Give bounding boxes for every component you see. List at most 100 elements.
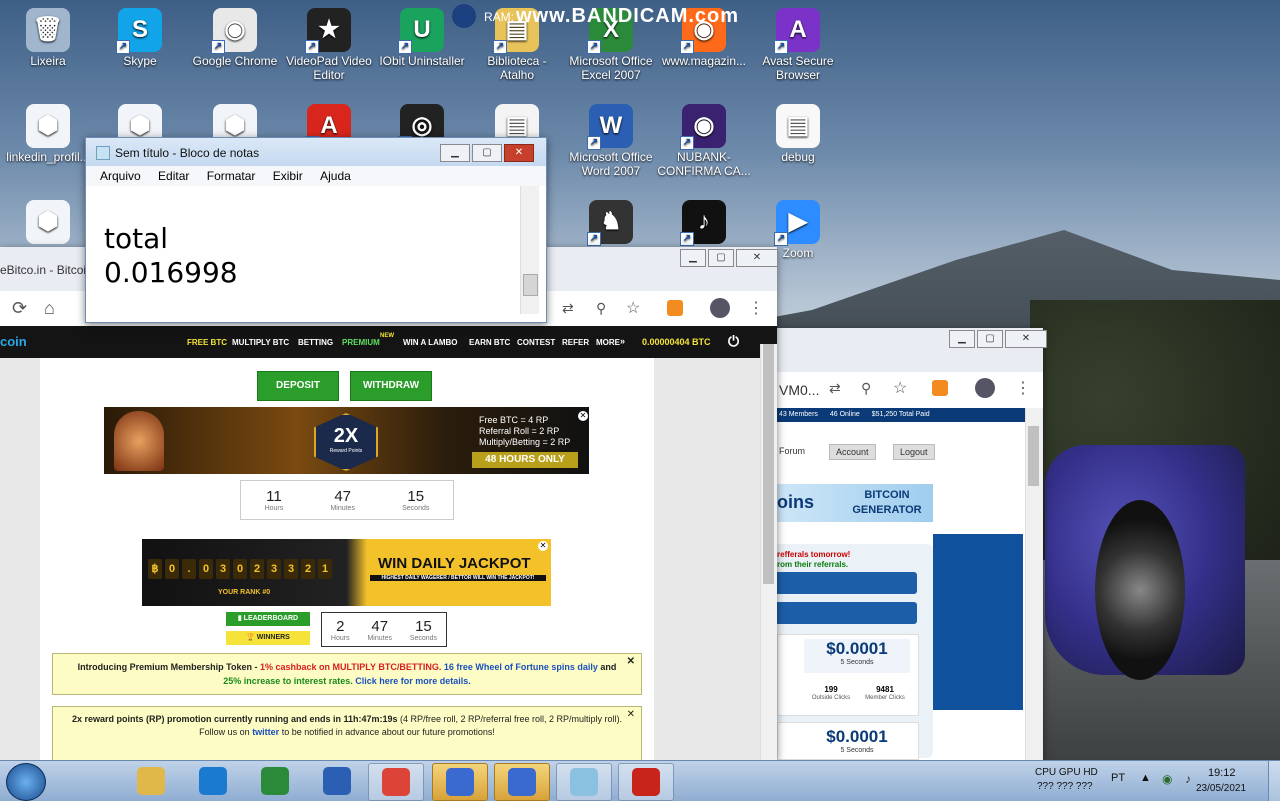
winners-button[interactable]: 🏆 WINNERS	[226, 631, 310, 645]
reload-icon[interactable]: ⟳	[12, 298, 27, 319]
site-logo[interactable]: coin	[0, 334, 27, 349]
jackpot-digit: 3	[284, 559, 298, 579]
menu-dots-icon[interactable]: ⋮	[1015, 378, 1031, 398]
profile-avatar[interactable]	[710, 298, 730, 318]
nav-earn-btc[interactable]: EARN BTC	[469, 338, 510, 347]
desktop-icon[interactable]: ⬢	[0, 200, 96, 246]
clock-time[interactable]: 19:12	[1208, 767, 1236, 779]
account-link[interactable]: Account	[829, 444, 876, 460]
menu-formatar[interactable]: Formatar	[207, 166, 256, 186]
language-indicator[interactable]: PT	[1111, 772, 1125, 784]
bitcoin-generator-banner[interactable]: oins BITCOIN GENERATOR	[777, 484, 933, 522]
desktop-icon[interactable]: ★ ↗ VideoPad Video Editor	[281, 8, 377, 82]
maximize-button[interactable]: ▢	[977, 330, 1003, 348]
home-icon[interactable]: ⌂	[44, 298, 55, 319]
scrollbar[interactable]	[1025, 408, 1042, 760]
desktop-icon[interactable]: S ↗ Skype	[92, 8, 188, 68]
ad-card-1[interactable]: $0.0001 5 Seconds 199 Outside Clicks 948…	[777, 634, 919, 716]
withdraw-button[interactable]: WITHDRAW	[350, 371, 432, 401]
taskbar-ccleaner[interactable]	[186, 763, 240, 799]
taskbar-excel[interactable]	[248, 763, 302, 799]
minimize-button[interactable]: ▁	[680, 249, 706, 267]
close-icon[interactable]: ✕	[578, 411, 588, 421]
logout-link[interactable]: Logout	[893, 444, 935, 460]
taskbar-security-shield[interactable]	[432, 763, 488, 801]
translate-icon[interactable]: ⇄	[829, 380, 841, 397]
close-icon[interactable]: ✕	[538, 541, 548, 551]
close-button[interactable]: ✕	[1005, 330, 1047, 348]
forum-link[interactable]: Forum	[779, 446, 805, 456]
desktop-icon[interactable]: ▤ debug	[750, 104, 846, 164]
show-desktop-button[interactable]	[1268, 761, 1280, 801]
menu-arquivo[interactable]: Arquivo	[100, 166, 141, 186]
power-icon[interactable]: ⏻	[728, 333, 739, 350]
nav-premium[interactable]: PREMIUM	[342, 338, 380, 347]
scrollbar[interactable]	[760, 344, 777, 760]
start-button[interactable]	[6, 763, 46, 801]
notepad-scrollbar[interactable]	[520, 186, 539, 314]
menu-exibir[interactable]: Exibir	[273, 166, 303, 186]
nav-refer[interactable]: REFER	[562, 338, 589, 347]
clock-date[interactable]: 23/05/2021	[1196, 783, 1246, 794]
minimize-button[interactable]: ▁	[440, 144, 470, 162]
maximize-button[interactable]: ▢	[472, 144, 502, 162]
bookmark-star-icon[interactable]: ☆	[893, 378, 907, 398]
translate-icon[interactable]: ⇄	[562, 300, 574, 317]
taskbar-chrome[interactable]	[368, 763, 424, 801]
ad-card-2[interactable]: $0.0001 5 Seconds	[777, 722, 919, 760]
desktop-icon[interactable]: ♪ ↗	[656, 200, 752, 246]
close-button[interactable]: ✕	[504, 144, 534, 162]
chevron-down-icon[interactable]: »	[620, 336, 625, 346]
desktop-icon[interactable]: ♞ ↗	[563, 200, 659, 246]
menu-ajuda[interactable]: Ajuda	[320, 166, 351, 186]
scrollbar-thumb[interactable]	[763, 344, 774, 584]
nav-contest[interactable]: CONTEST	[517, 338, 555, 347]
desktop-icon[interactable]: ⬢ linkedin_profil...	[0, 104, 96, 164]
desktop-icon[interactable]: 🗑 Lixeira	[0, 8, 96, 68]
deposit-button[interactable]: DEPOSIT	[257, 371, 339, 401]
close-icon[interactable]: ✕	[627, 656, 635, 667]
nav-win-a-lambo[interactable]: WIN A LAMBO	[403, 338, 458, 347]
card1-outside-clicks-label: Outside Clicks	[811, 695, 851, 701]
network-icon[interactable]: ◉	[1162, 772, 1172, 786]
menu-editar[interactable]: Editar	[158, 166, 189, 186]
desktop-icon[interactable]: ◉ ↗ NUBANK- CONFIRMA CA...	[656, 104, 752, 178]
notepad-text-area[interactable]: total 0.016998	[86, 186, 546, 322]
nav-multiply-btc[interactable]: MULTIPLY BTC	[232, 338, 289, 347]
scrollbar-thumb[interactable]	[1028, 426, 1039, 486]
url-fragment[interactable]: VM0...	[779, 382, 819, 398]
taskbar-bandicam[interactable]	[618, 763, 674, 801]
nav-betting[interactable]: BETTING	[298, 338, 333, 347]
notice1-link[interactable]: Click here for more details.	[353, 676, 471, 686]
close-icon[interactable]: ✕	[627, 709, 635, 720]
menu-dots-icon[interactable]: ⋮	[748, 298, 764, 318]
shopping-extension-icon[interactable]	[667, 300, 683, 316]
taskbar-windows-explorer[interactable]	[124, 763, 178, 799]
taskbar-word[interactable]	[310, 763, 364, 799]
shopping-extension-icon[interactable]	[932, 380, 948, 396]
reward-points-banner[interactable]: 2X Reward Points Free BTC = 4 RP Referra…	[104, 407, 589, 474]
zoom-icon[interactable]: ⚲	[596, 300, 606, 317]
volume-icon[interactable]: ♪	[1185, 772, 1191, 786]
profile-avatar[interactable]	[975, 378, 995, 398]
desktop-icon[interactable]: ◉ ↗ Google Chrome	[187, 8, 283, 68]
notepad-titlebar[interactable]: Sem título - Bloco de notas ▁ ▢ ✕	[86, 138, 546, 166]
tab-title[interactable]: eBitco.in - Bitcoi	[0, 263, 86, 277]
leaderboard-button[interactable]: ▮ LEADERBOARD	[226, 612, 310, 626]
bookmark-star-icon[interactable]: ☆	[626, 298, 640, 318]
nav-more[interactable]: MORE	[596, 338, 620, 347]
nav-free-btc[interactable]: FREE BTC	[187, 338, 227, 347]
taskbar-security-shield-2[interactable]	[494, 763, 550, 801]
close-button[interactable]: ✕	[736, 249, 778, 267]
twitter-link[interactable]: twitter	[252, 727, 279, 737]
tray-expand-icon[interactable]: ▲	[1140, 772, 1151, 784]
taskbar-notepad[interactable]	[556, 763, 612, 801]
desktop-icon[interactable]: W ↗ Microsoft Office Word 2007	[563, 104, 659, 178]
minimize-button[interactable]: ▁	[949, 330, 975, 348]
zoom-icon[interactable]: ⚲	[861, 380, 871, 397]
maximize-button[interactable]: ▢	[708, 249, 734, 267]
scrollbar-thumb[interactable]	[523, 274, 538, 296]
daily-jackpot-banner[interactable]: ฿ 0. 0 3 0 2 3 3 2 1 WIN DAILY JACKPOT HIGHEST DA…	[142, 539, 551, 606]
blue-bar-2[interactable]	[777, 602, 917, 624]
blue-bar-1[interactable]	[777, 572, 917, 594]
